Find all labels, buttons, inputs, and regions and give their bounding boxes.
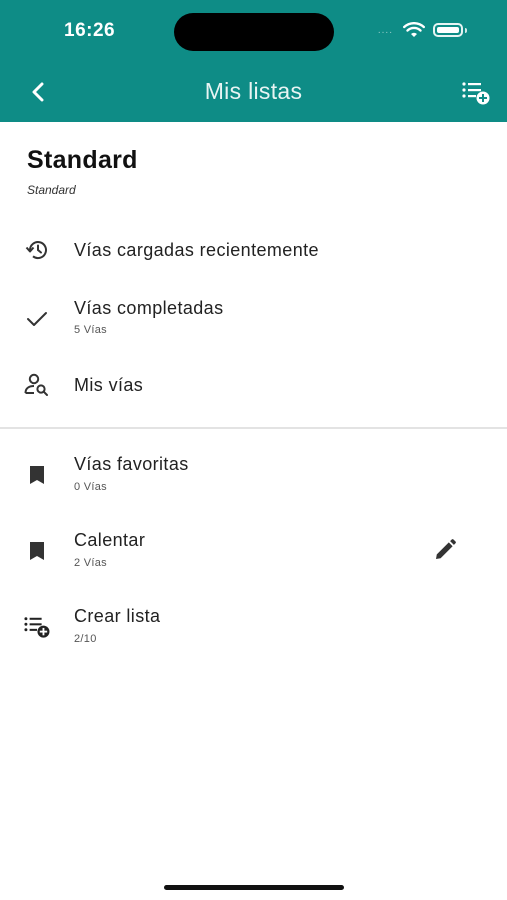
- list-item-count: 2/10: [74, 633, 97, 645]
- pencil-icon: [436, 539, 456, 559]
- list-item-count: 2 Vías: [74, 557, 107, 569]
- list-item-completed[interactable]: Vías completadas 5 Vías: [0, 290, 507, 350]
- list-item-label: Crear lista: [74, 606, 161, 626]
- list-item-label: Mis vías: [74, 375, 144, 395]
- signal-dots: ....: [377, 24, 393, 36]
- status-time: 16:26: [64, 20, 116, 41]
- list-item-calentar[interactable]: Calentar 2 Vías: [0, 522, 507, 582]
- battery-icon: [433, 23, 463, 37]
- playlist-add-icon: [462, 82, 490, 105]
- list-item-label: Calentar: [74, 530, 146, 550]
- dynamic-island: [174, 13, 334, 51]
- status-icons: ....: [378, 22, 467, 38]
- list-item-label: Vías completadas: [74, 298, 224, 318]
- list-item-recent[interactable]: Vías cargadas recientemente: [0, 220, 507, 280]
- list-item-label: Vías cargadas recientemente: [74, 240, 319, 260]
- battery-nub: [465, 27, 467, 33]
- wifi-icon: [403, 22, 425, 37]
- app-header: 16:26 .... Mis listas: [0, 0, 507, 122]
- history-icon: [22, 235, 52, 265]
- add-list-button[interactable]: [461, 80, 491, 108]
- list-item-count: 0 Vías: [74, 481, 107, 493]
- list-item-label: Vías favoritas: [74, 454, 189, 474]
- person-search-icon: [22, 370, 52, 400]
- playlist-add-icon: [22, 612, 52, 642]
- bookmark-icon: [22, 536, 52, 566]
- list-item-my-routes[interactable]: Mis vías: [0, 356, 507, 416]
- list-item-count: 5 Vías: [74, 324, 107, 336]
- section-divider: [0, 427, 507, 429]
- check-icon: [22, 304, 52, 334]
- profile-title: Standard: [27, 146, 138, 174]
- list-item-favorites[interactable]: Vías favoritas 0 Vías: [0, 446, 507, 506]
- edit-list-button[interactable]: [431, 536, 459, 564]
- home-indicator[interactable]: [164, 885, 344, 890]
- list-item-create[interactable]: Crear lista 2/10: [0, 598, 507, 658]
- page-title: Mis listas: [204, 78, 303, 104]
- bookmark-icon: [22, 460, 52, 490]
- profile-subtitle: Standard: [27, 183, 76, 197]
